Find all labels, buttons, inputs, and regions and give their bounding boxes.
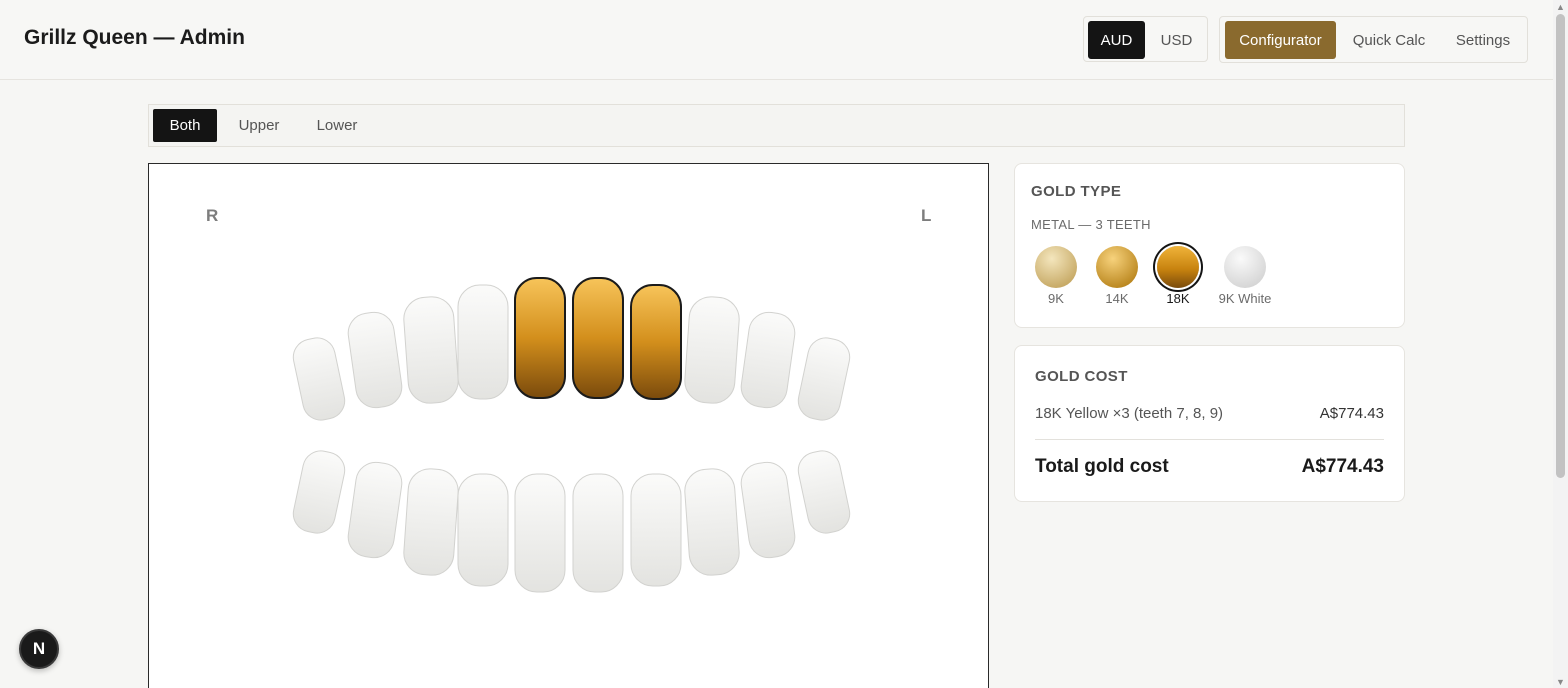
tooth-12[interactable] [346, 460, 405, 560]
tooth-8[interactable] [683, 295, 740, 404]
next-dev-badge-icon[interactable]: N [19, 629, 59, 669]
tab-lower[interactable]: Lower [305, 109, 369, 142]
tooth-1[interactable] [290, 335, 348, 424]
nav-quick-calc[interactable]: Quick Calc [1342, 21, 1436, 59]
swatch-14k-label: 14K [1105, 291, 1129, 306]
total-gold-cost-value: A$774.43 [1301, 456, 1384, 477]
scroll-thumb[interactable] [1556, 14, 1565, 478]
swatch-18k-label: 18K [1166, 291, 1190, 306]
nav-configurator[interactable]: Configurator [1225, 21, 1336, 59]
swatch-9k[interactable] [1035, 246, 1077, 288]
tooth-3[interactable] [402, 295, 459, 404]
tooth-16[interactable] [572, 473, 624, 593]
tooth-7-gold[interactable] [630, 284, 682, 400]
tooth-13[interactable] [402, 467, 459, 576]
tooth-10[interactable] [795, 335, 853, 424]
tooth-11[interactable] [290, 448, 348, 537]
swatch-18k[interactable] [1157, 246, 1199, 288]
gold-type-title: GOLD TYPE [1031, 183, 1122, 200]
currency-usd-button[interactable]: USD [1149, 21, 1204, 59]
cost-line-value: A$774.43 [1319, 405, 1384, 422]
page-scrollbar[interactable]: ▲ ▼ [1553, 0, 1568, 688]
tooth-20[interactable] [795, 448, 853, 537]
scroll-up-arrow-icon[interactable]: ▲ [1556, 2, 1565, 12]
tooth-4[interactable] [457, 284, 509, 400]
currency-aud-button[interactable]: AUD [1088, 21, 1145, 59]
scroll-down-arrow-icon[interactable]: ▼ [1556, 677, 1565, 687]
cost-divider [1035, 439, 1384, 440]
tooth-9[interactable] [739, 310, 798, 410]
arch-tabs: Both Upper Lower [148, 104, 1405, 147]
currency-toggle: AUD USD [1083, 16, 1208, 62]
tooth-14[interactable] [457, 473, 509, 587]
teeth-canvas: R L [148, 163, 989, 688]
total-gold-cost-label: Total gold cost [1035, 456, 1169, 477]
nav-settings[interactable]: Settings [1442, 21, 1524, 59]
gold-cost-title: GOLD COST [1035, 368, 1128, 385]
swatch-9k-white-label: 9K White [1218, 291, 1272, 306]
app-header: Grillz Queen — Admin AUD USD Configurato… [0, 0, 1553, 80]
tooth-15[interactable] [514, 473, 566, 593]
cost-line-label: 18K Yellow ×3 (teeth 7, 8, 9) [1035, 405, 1224, 422]
gold-type-subtitle: METAL — 3 TEETH [1031, 217, 1151, 232]
swatch-9k-white[interactable] [1224, 246, 1266, 288]
tab-both[interactable]: Both [153, 109, 217, 142]
tooth-19[interactable] [739, 460, 798, 560]
tooth-18[interactable] [683, 467, 740, 576]
main-nav: Configurator Quick Calc Settings [1219, 16, 1528, 63]
tooth-17[interactable] [630, 473, 682, 587]
gold-type-card: GOLD TYPE METAL — 3 TEETH 9K 14K 18K 9K … [1014, 163, 1405, 328]
tab-upper[interactable]: Upper [227, 109, 291, 142]
app-title: Grillz Queen — Admin [24, 26, 245, 49]
gold-cost-card: GOLD COST 18K Yellow ×3 (teeth 7, 8, 9) … [1014, 345, 1405, 502]
tooth-5-gold[interactable] [514, 277, 566, 399]
swatch-14k[interactable] [1096, 246, 1138, 288]
swatch-9k-label: 9K [1048, 291, 1064, 306]
teeth-diagram [290, 277, 853, 593]
tooth-2[interactable] [346, 310, 405, 410]
tooth-6-gold[interactable] [572, 277, 624, 399]
